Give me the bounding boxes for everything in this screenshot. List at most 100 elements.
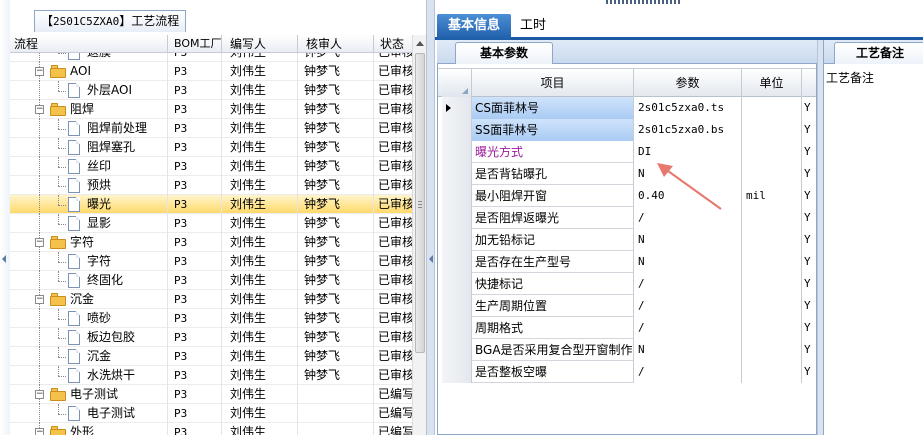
param-value-cell[interactable]: N xyxy=(634,251,742,273)
param-row[interactable]: 最小阻焊开窗 0.40 mil Y xyxy=(442,185,816,207)
tab-basic-params[interactable]: 基本参数 xyxy=(455,42,553,64)
tree-row[interactable]: 板边包胶 P3 刘伟生 钟梦飞 已审核 xyxy=(10,328,412,347)
column-header-unit[interactable]: 单位 xyxy=(742,69,802,97)
process-flow-tab[interactable]: 【2S01C5ZXA0】工艺流程 xyxy=(34,10,187,32)
tab-process-remarks[interactable]: 工艺备注 xyxy=(834,42,923,64)
tree-folder-row[interactable]: − 外形 P3 刘伟生 已编写 xyxy=(10,423,412,435)
param-row[interactable]: 曝光方式 DI Y xyxy=(442,141,816,163)
tree-row[interactable]: 返膜 P3刘伟生钟梦飞已审核 xyxy=(10,53,412,62)
param-row[interactable]: 周期格式 / Y xyxy=(442,317,816,339)
column-header-flow[interactable]: 流程 xyxy=(10,35,168,53)
param-unit-cell[interactable] xyxy=(742,141,802,163)
param-unit-cell[interactable]: mil xyxy=(742,185,802,207)
param-unit-cell[interactable] xyxy=(742,97,802,119)
param-value-cell[interactable]: DI xyxy=(634,141,742,163)
param-unit-cell[interactable] xyxy=(742,251,802,273)
param-unit-cell[interactable] xyxy=(742,229,802,251)
collapse-icon[interactable]: − xyxy=(35,390,44,399)
param-unit-cell[interactable] xyxy=(742,317,802,339)
collapse-icon[interactable]: − xyxy=(35,428,44,435)
panel-splitter[interactable] xyxy=(426,0,435,435)
param-unit-cell[interactable] xyxy=(742,295,802,317)
param-unit-cell[interactable] xyxy=(742,361,802,383)
param-unit-cell[interactable] xyxy=(742,163,802,185)
param-value-cell[interactable]: / xyxy=(634,361,742,383)
row-header[interactable] xyxy=(442,229,472,251)
row-header[interactable] xyxy=(442,361,472,383)
param-row[interactable]: 是否整板空曝 / Y xyxy=(442,361,816,383)
row-header[interactable] xyxy=(442,185,472,207)
column-header-param[interactable]: 参数 xyxy=(634,69,742,97)
column-header-item[interactable]: 项目 xyxy=(472,69,634,97)
row-header[interactable] xyxy=(442,317,472,339)
row-header[interactable] xyxy=(442,273,472,295)
param-value-cell[interactable]: N xyxy=(634,229,742,251)
param-row[interactable]: SS面菲林号 2s01c5zxa0.bs Y xyxy=(442,119,816,141)
tree-folder-row[interactable]: − AOI P3 刘伟生 钟梦飞 已审核 xyxy=(10,62,412,81)
param-row[interactable]: 加无铅标记 N Y xyxy=(442,229,816,251)
tree-row[interactable]: 终固化 P3 刘伟生 钟梦飞 已审核 xyxy=(10,271,412,290)
collapse-icon[interactable]: − xyxy=(35,67,44,76)
tree-folder-row[interactable]: − 电子测试 P3 刘伟生 已编写 xyxy=(10,385,412,404)
drag-handle-dots[interactable] xyxy=(606,0,682,4)
tree-row[interactable]: 阻焊塞孔 P3 刘伟生 钟梦飞 已审核 xyxy=(10,138,412,157)
row-header[interactable] xyxy=(442,97,472,119)
row-header[interactable] xyxy=(442,163,472,185)
tree-row[interactable]: 阻焊前处理 P3 刘伟生 钟梦飞 已审核 xyxy=(10,119,412,138)
tree-row[interactable]: 曝光 P3 刘伟生 钟梦飞 已审核 xyxy=(10,195,412,214)
collapse-splitter-icon[interactable] xyxy=(429,255,433,263)
scroll-up-arrow-icon[interactable] xyxy=(416,41,424,46)
tree-row[interactable]: 显影 P3 刘伟生 钟梦飞 已审核 xyxy=(10,214,412,233)
tree-folder-row[interactable]: − 沉金 P3 刘伟生 钟梦飞 已审核 xyxy=(10,290,412,309)
param-unit-cell[interactable] xyxy=(742,339,802,361)
param-value-cell[interactable]: 2s01c5zxa0.ts xyxy=(634,97,742,119)
param-row[interactable]: 是否背钻曝孔 N Y xyxy=(442,163,816,185)
tree-row[interactable]: 外层AOI P3 刘伟生 钟梦飞 已审核 xyxy=(10,81,412,100)
tree-folder-row[interactable]: − 字符 P3 刘伟生 钟梦飞 已审核 xyxy=(10,233,412,252)
param-value-cell[interactable]: / xyxy=(634,273,742,295)
param-row[interactable]: 生产周期位置 / Y xyxy=(442,295,816,317)
collapse-icon[interactable]: − xyxy=(35,105,44,114)
param-row[interactable]: 是否阻焊返曝光 / Y xyxy=(442,207,816,229)
tree-row[interactable]: 喷砂 P3 刘伟生 钟梦飞 已审核 xyxy=(10,309,412,328)
param-value-cell[interactable]: 0.40 xyxy=(634,185,742,207)
row-header[interactable] xyxy=(442,119,472,141)
tab-work-hours[interactable]: 工时 xyxy=(515,14,551,40)
row-header[interactable] xyxy=(442,141,472,163)
param-row[interactable]: 快捷标记 / Y xyxy=(442,273,816,295)
param-value-cell[interactable]: / xyxy=(634,317,742,339)
param-row[interactable]: BGA是否采用复合型开窗制作 N Y xyxy=(442,339,816,361)
grid-corner[interactable] xyxy=(442,69,472,97)
param-unit-cell[interactable] xyxy=(742,273,802,295)
param-value-cell[interactable]: / xyxy=(634,295,742,317)
param-value-cell[interactable]: 2s01c5zxa0.bs xyxy=(634,119,742,141)
tree-row[interactable]: 字符 P3 刘伟生 钟梦飞 已审核 xyxy=(10,252,412,271)
column-header-author[interactable]: 编写人 xyxy=(222,35,298,53)
param-value-cell[interactable]: N xyxy=(634,163,742,185)
tab-basic-info[interactable]: 基本信息 xyxy=(437,14,511,40)
collapse-left-icon[interactable] xyxy=(2,255,6,263)
tree-row[interactable]: 沉金 P3 刘伟生 钟梦飞 已审核 xyxy=(10,347,412,366)
param-unit-cell[interactable] xyxy=(742,119,802,141)
tree-row[interactable]: 电子测试 P3 刘伟生 已编写 xyxy=(10,404,412,423)
param-unit-cell[interactable] xyxy=(742,207,802,229)
param-value-cell[interactable]: / xyxy=(634,207,742,229)
column-header-status[interactable]: 状态 xyxy=(374,35,412,53)
tree-row[interactable]: 丝印 P3 刘伟生 钟梦飞 已审核 xyxy=(10,157,412,176)
collapse-icon[interactable]: − xyxy=(35,238,44,247)
row-header[interactable] xyxy=(442,295,472,317)
collapse-icon[interactable]: − xyxy=(35,295,44,304)
tree-folder-row[interactable]: − 阻焊 P3 刘伟生 钟梦飞 已审核 xyxy=(10,100,412,119)
param-value-cell[interactable]: N xyxy=(634,339,742,361)
row-header[interactable] xyxy=(442,339,472,361)
column-header-reviewer[interactable]: 核审人 xyxy=(298,35,374,53)
column-header-bom[interactable]: BOM工厂 xyxy=(168,35,222,53)
tree-vertical-scrollbar[interactable] xyxy=(412,35,426,435)
row-header[interactable] xyxy=(442,251,472,273)
param-row[interactable]: CS面菲林号 2s01c5zxa0.ts Y xyxy=(442,97,816,119)
tree-row[interactable]: 水洗烘干 P3 刘伟生 钟梦飞 已审核 xyxy=(10,366,412,385)
tree-row[interactable]: 预烘 P3 刘伟生 钟梦飞 已审核 xyxy=(10,176,412,195)
param-row[interactable]: 是否存在生产型号 N Y xyxy=(442,251,816,273)
row-header[interactable] xyxy=(442,207,472,229)
left-collapse-strip[interactable] xyxy=(0,0,10,435)
